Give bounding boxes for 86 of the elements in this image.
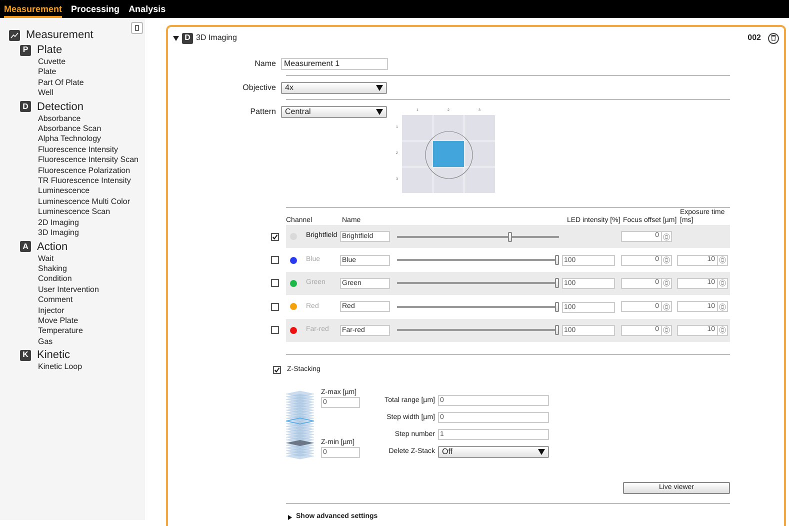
sidebar-item[interactable]: Alpha Technology <box>9 134 102 145</box>
module-number: 002 <box>748 32 761 44</box>
section-badge: D <box>20 101 31 112</box>
collapse-icon[interactable] <box>173 36 179 40</box>
sidebar-item[interactable]: Gas <box>9 336 53 348</box>
sidebar-item[interactable]: Kinetic Loop <box>9 362 82 373</box>
spinner-arrows-icon <box>663 232 670 241</box>
sidebar-item[interactable]: Condition <box>9 274 72 285</box>
sidebar-item[interactable]: Fluorescence Intensity <box>9 144 118 156</box>
field-label: Pattern <box>249 106 277 118</box>
intensity-slider[interactable] <box>397 278 559 288</box>
field-label: Objective <box>242 82 277 94</box>
section-title: Action <box>37 240 68 254</box>
slider-thumb[interactable] <box>555 325 559 336</box>
channel-checkbox[interactable] <box>271 232 279 241</box>
sidebar-item[interactable]: Wait <box>9 254 54 264</box>
dropdown-arrow-icon <box>376 109 383 115</box>
slider-thumb[interactable] <box>555 278 559 288</box>
spinner-arrows-icon <box>663 256 670 264</box>
sidebar-item[interactable]: User Intervention <box>9 284 99 296</box>
channel-checkbox[interactable] <box>271 326 279 334</box>
menu-tab[interactable]: Processing <box>71 4 120 18</box>
sidebar-item[interactable]: 3D Imaging <box>9 228 79 238</box>
delete-button[interactable] <box>768 32 779 44</box>
module-badge: D <box>182 32 193 44</box>
sidebar-item[interactable]: Luminescence Multi Color <box>9 196 130 208</box>
slider-thumb[interactable] <box>555 302 559 312</box>
intensity-slider[interactable] <box>397 255 559 266</box>
section-badge: A <box>20 241 31 252</box>
sidebar-item[interactable]: Absorbance <box>9 114 81 124</box>
chart-icon <box>9 30 20 40</box>
section-badge: P <box>20 44 31 56</box>
well-circle <box>425 131 473 179</box>
sidebar-item[interactable]: Injector <box>9 306 64 316</box>
dropdown[interactable]: Central <box>281 106 387 118</box>
sidebar-item[interactable]: Temperature <box>9 326 83 337</box>
sidebar-item[interactable]: Absorbance Scan <box>9 124 102 134</box>
sidebar-item[interactable]: TR Fluorescence Intensity <box>9 176 131 186</box>
sidebar-item[interactable]: Luminescence <box>9 186 90 197</box>
intensity-slider[interactable] <box>397 302 559 312</box>
channel-checkbox[interactable] <box>271 302 279 311</box>
check-icon <box>272 234 278 240</box>
section-title: Kinetic <box>37 348 70 362</box>
sidebar-item[interactable]: Shaking <box>9 264 67 274</box>
spinner-arrows-icon <box>663 302 670 311</box>
menu-tab[interactable]: Analysis <box>128 4 166 18</box>
sidebar-item[interactable]: Comment <box>9 295 73 306</box>
sidebar-item[interactable]: 2D Imaging <box>9 218 79 228</box>
field-label: Name <box>254 58 277 70</box>
sidebar-item[interactable]: Plate <box>9 67 56 78</box>
trash-icon <box>771 35 776 41</box>
spinner-arrows-icon <box>719 302 726 311</box>
sidebar-item[interactable]: Part Of Plate <box>9 78 84 88</box>
z-stacking-checkbox[interactable] <box>273 366 281 374</box>
sidebar-item[interactable]: Well <box>9 88 54 99</box>
intensity-slider[interactable] <box>397 232 559 242</box>
name-input[interactable]: Measurement 1 <box>281 58 388 70</box>
sidebar-title: Measurement <box>26 28 94 42</box>
pin-button[interactable] <box>131 22 143 34</box>
expand-icon <box>288 515 292 520</box>
slider-thumb[interactable] <box>555 255 559 266</box>
module-title: 3D Imaging <box>196 32 237 44</box>
intensity-slider[interactable] <box>397 325 559 336</box>
imaging-area <box>433 141 464 167</box>
spinner-arrows-icon <box>719 326 726 334</box>
pin-icon <box>135 25 139 31</box>
dropdown[interactable]: 4x <box>281 82 387 94</box>
sidebar-item[interactable]: Move Plate <box>9 316 78 326</box>
sidebar-item[interactable]: Luminescence Scan <box>9 207 110 218</box>
spinner-arrows-icon <box>663 279 670 288</box>
sidebar-item[interactable]: Cuvette <box>9 57 66 68</box>
spinner-arrows-icon <box>719 279 726 288</box>
dropdown-arrow-icon <box>376 85 383 91</box>
spinner-arrows-icon <box>719 256 726 264</box>
slider-thumb[interactable] <box>508 232 512 242</box>
section-badge: K <box>20 350 31 361</box>
channel-checkbox[interactable] <box>271 279 279 288</box>
spinner-arrows-icon <box>663 326 670 334</box>
channel-checkbox[interactable] <box>271 256 279 264</box>
section-title: Detection <box>37 100 84 114</box>
sidebar-item[interactable]: Fluorescence Intensity Scan <box>9 155 138 166</box>
section-title: Plate <box>37 43 62 57</box>
check-icon <box>274 367 280 374</box>
dropdown[interactable]: Off <box>438 446 549 458</box>
dropdown-arrow-icon <box>538 449 545 456</box>
sidebar-item[interactable]: Fluorescence Polarization <box>9 166 130 176</box>
